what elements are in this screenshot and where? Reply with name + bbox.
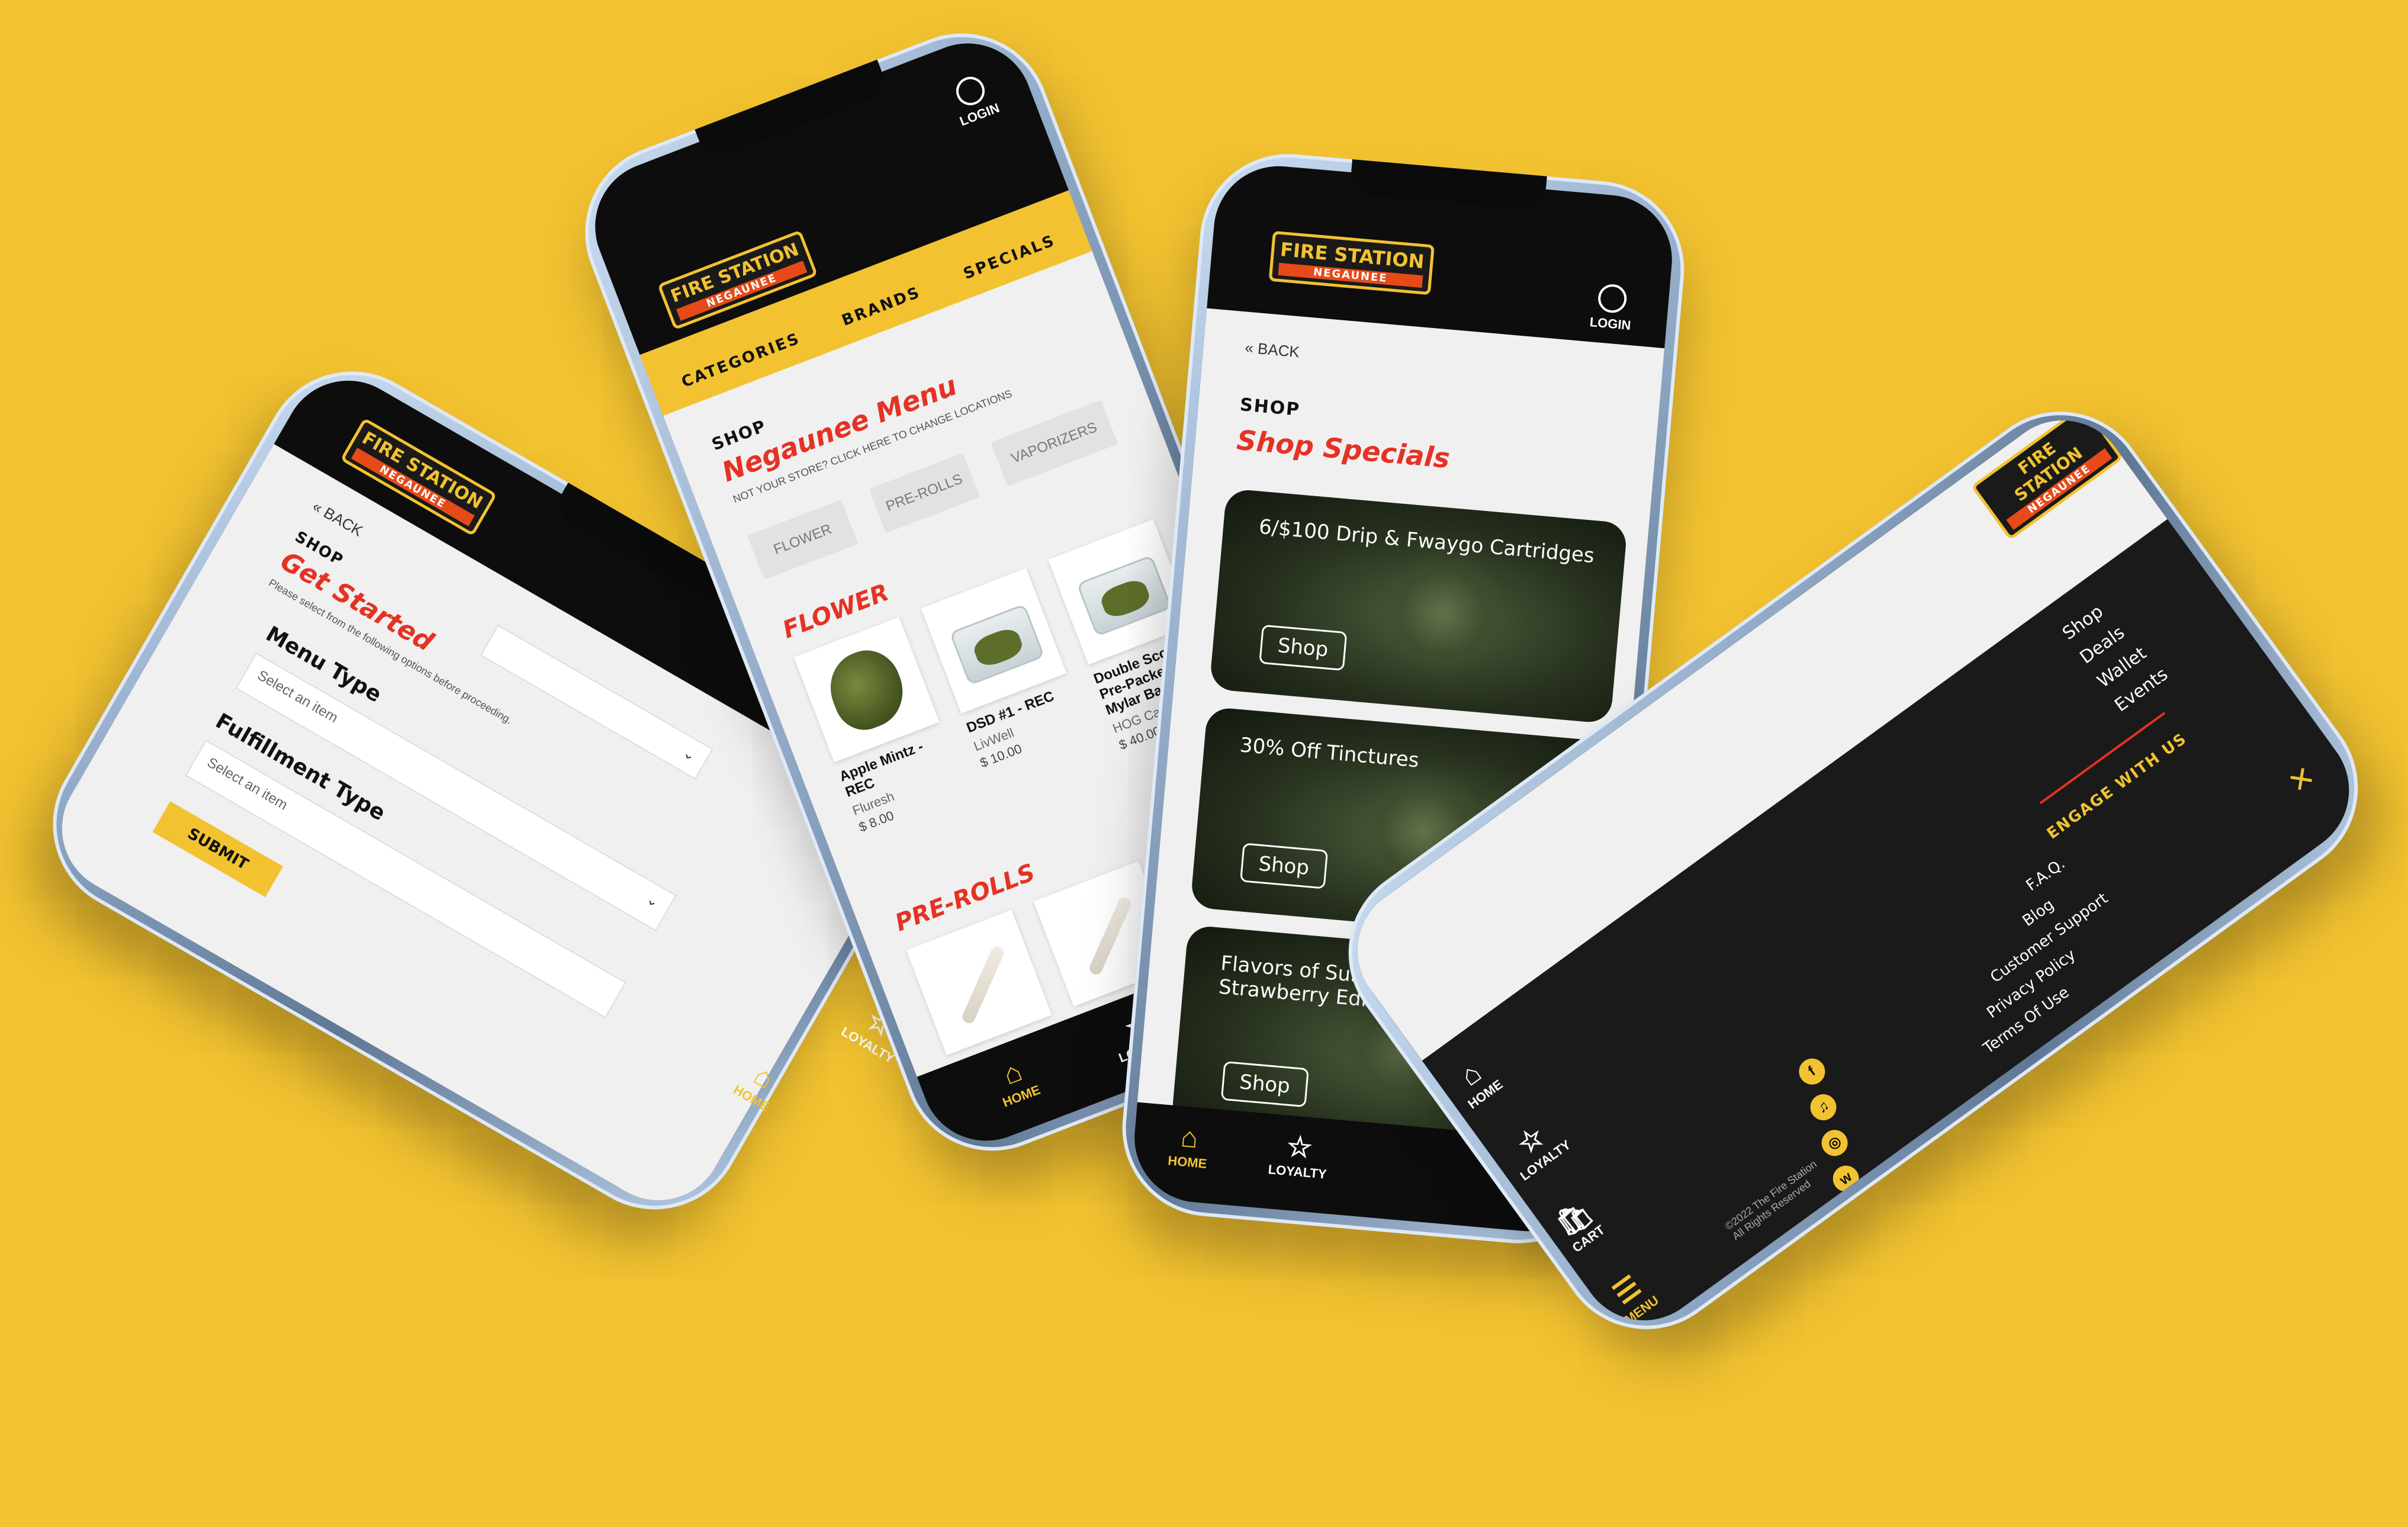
chevron-down-icon: ⌄ [680, 744, 699, 765]
shop-button[interactable]: Shop [1220, 1060, 1309, 1108]
instagram-icon[interactable]: ◎ [1816, 1124, 1853, 1162]
nav-categories[interactable]: CATEGORIES [679, 330, 803, 391]
back-link[interactable]: « BACK [309, 497, 366, 541]
chip-flower[interactable]: FLOWER [747, 499, 859, 580]
shop-label: SHOP [1239, 394, 1301, 420]
tab-home[interactable]: ⌂ HOME [1167, 1120, 1210, 1172]
fire-station-logo: FIRE STATION NEGAUNEE [340, 417, 497, 536]
tab-cart[interactable]: 🛍 CART [1550, 1195, 1608, 1256]
chip-vaporizers[interactable]: VAPORIZERS [990, 400, 1118, 487]
tab-menu[interactable]: ☰ MENU [1602, 1266, 1662, 1327]
login-button[interactable]: LOGIN [946, 70, 1002, 130]
back-link[interactable]: « BACK [1244, 339, 1300, 362]
fire-station-logo: FIRE STATION NEGAUNEE [1268, 230, 1435, 295]
star-icon: ☆ [1285, 1130, 1314, 1165]
page-title: Shop Specials [1235, 423, 1451, 475]
tab-home[interactable]: ⌂ HOME [989, 1051, 1043, 1110]
link-faq[interactable]: F.A.Q. [2023, 855, 2069, 895]
nav-brands[interactable]: BRANDS [840, 284, 923, 330]
copyright: ©2022 The Fire Station All Rights Reserve… [1722, 1158, 1819, 1243]
bottom-tab-bar [38, 852, 683, 1224]
user-icon [952, 72, 989, 110]
close-icon[interactable]: ✕ [2281, 758, 2322, 801]
nav-specials[interactable]: SPECIALS [961, 232, 1058, 283]
special-card[interactable]: 6/$100 Drip & Fwaygo Cartridges Shop [1209, 488, 1628, 724]
login-button[interactable]: LOGIN [1589, 282, 1634, 333]
facebook-icon[interactable]: f [1793, 1053, 1831, 1090]
tab-home[interactable]: ⌂ HOME [1446, 1050, 1506, 1112]
tab-loyalty[interactable]: ☆LOYALTY [1268, 1129, 1330, 1182]
shop-button[interactable]: Shop [1259, 624, 1347, 671]
shop-button[interactable]: Shop [1240, 843, 1328, 889]
user-icon [1597, 283, 1628, 314]
chevron-down-icon: ⌄ [643, 891, 662, 911]
home-icon: ⌂ [1179, 1121, 1200, 1155]
spotify-icon[interactable]: ♫ [1805, 1089, 1842, 1126]
weedmaps-icon[interactable]: w [1827, 1160, 1864, 1197]
chip-prerolls[interactable]: PRE-ROLLS [869, 452, 980, 533]
tab-loyalty[interactable]: ☆LOYALTY [1498, 1110, 1574, 1184]
